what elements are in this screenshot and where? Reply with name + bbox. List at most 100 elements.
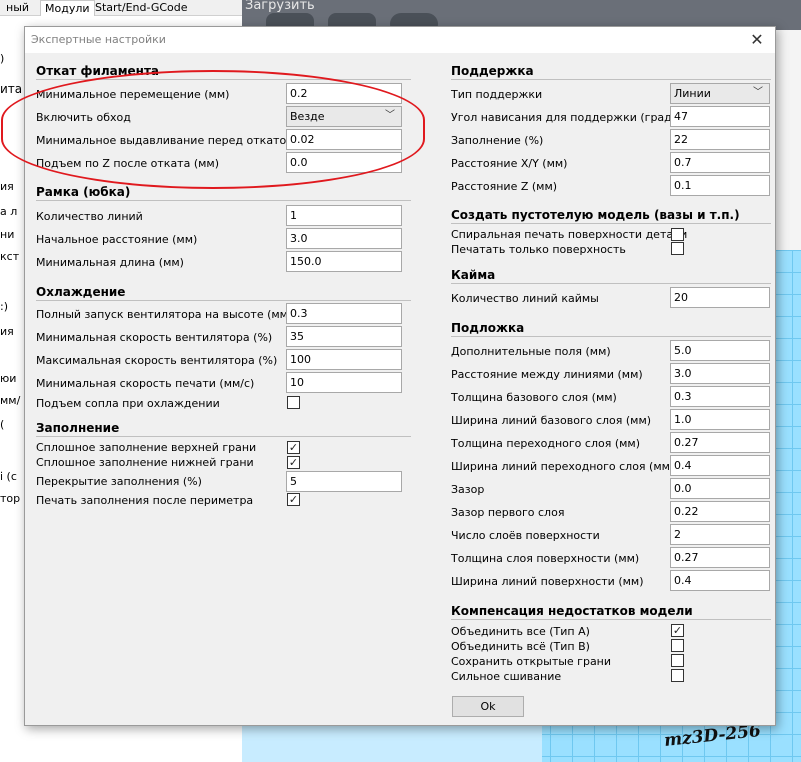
section-divider [36,436,411,437]
section-title-brim: Кайма [451,268,496,282]
section-title-skirt: Рамка (юбка) [36,185,131,199]
support-type-value: Линии [674,87,711,100]
surface-only-checkbox[interactable] [671,242,684,255]
background-tab-bar: ный Модули Start/End-GCode [0,0,242,16]
field-label: Расстояние Z (мм) [451,180,558,193]
section-title-hollow: Создать пустотелую модель (вазы и т.п.) [451,208,740,222]
raft-setting-input[interactable]: 5.0 [670,340,770,361]
section-title-infill: Заполнение [36,421,120,435]
fan-full-height-input[interactable]: 0.3 [286,303,402,324]
combine-a-checkbox[interactable]: ✓ [671,624,684,637]
raft-setting-input[interactable]: 0.4 [670,570,770,591]
checkmark-icon: ✓ [288,456,299,469]
raft-setting-input[interactable]: 0.22 [670,501,770,522]
support-angle-input[interactable]: 47 [670,106,770,127]
load-button[interactable]: Загрузить [245,0,315,13]
field-label: Тип поддержки [451,88,543,101]
chevron-down-icon: ﹀ [753,87,763,98]
field-label: Расстояние между линиями (мм) [451,368,643,381]
field-label: Количество линий [36,210,143,223]
annotation-highlight-ellipse [1,70,425,189]
field-label: Зазор [451,483,485,496]
raft-setting-input[interactable]: 0.4 [670,455,770,476]
background-tab[interactable]: Модули [40,0,95,16]
checkbox-label: Сохранить открытые грани [451,655,612,668]
checkbox-label: Подъем сопла при охлаждении [36,397,220,410]
raft-setting-input[interactable]: 3.0 [670,363,770,384]
raft-setting-input[interactable]: 2 [670,524,770,545]
extensive-stitching-checkbox[interactable] [671,669,684,682]
section-divider [36,200,411,201]
field-label: Дополнительные поля (мм) [451,345,611,358]
raft-setting-input[interactable]: 0.27 [670,547,770,568]
brim-lines-input[interactable]: 20 [670,287,770,308]
dialog-titlebar: Экспертные настройки ✕ [25,27,775,53]
raft-setting-input[interactable]: 0.3 [670,386,770,407]
section-divider [451,223,771,224]
support-type-select[interactable]: Линии ﹀ [670,83,770,104]
field-label: Перекрытие заполнения (%) [36,475,202,488]
spiralize-checkbox[interactable] [671,228,684,241]
field-label: Минимальная скорость печати (мм/с) [36,377,255,390]
checkbox-label: Объединить всё (Тип B) [451,640,590,653]
checkbox-label: Сильное сшивание [451,670,562,683]
infill-after-perimeter-checkbox[interactable]: ✓ [287,493,300,506]
section-title-support: Поддержка [451,64,534,78]
close-icon[interactable]: ✕ [747,30,767,50]
field-label: Заполнение (%) [451,134,544,147]
support-z-distance-input[interactable]: 0.1 [670,175,770,196]
field-label: Максимальная скорость вентилятора (%) [36,354,278,367]
fan-max-speed-input[interactable]: 100 [286,349,402,370]
support-xy-distance-input[interactable]: 0.7 [670,152,770,173]
checkmark-icon: ✓ [288,441,299,454]
field-label: Угол нависания для поддержки (градусы) [451,111,698,124]
checkmark-icon: ✓ [288,493,299,506]
section-divider [36,300,411,301]
field-label: Ширина линий базового слоя (мм) [451,414,652,427]
section-title-raft: Подложка [451,321,525,335]
field-label: Начальное расстояние (мм) [36,233,198,246]
field-label: Толщина слоя поверхности (мм) [451,552,640,565]
field-label: Ширина линий переходного слоя (мм) [451,460,675,473]
checkbox-label: Печатать только поверхность [451,243,626,256]
raft-setting-input[interactable]: 1.0 [670,409,770,430]
field-label: Толщина переходного слоя (мм) [451,437,641,450]
solid-bottom-checkbox[interactable]: ✓ [287,456,300,469]
field-label: Полный запуск вентилятора на высоте (мм) [36,308,293,321]
field-label: Расстояние X/Y (мм) [451,157,568,170]
skirt-distance-input[interactable]: 3.0 [286,228,402,249]
field-label: Зазор первого слоя [451,506,565,519]
cool-head-lift-checkbox[interactable] [287,396,300,409]
checkbox-label: Сплошное заполнение нижней грани [36,456,254,469]
checkbox-label: Объединить все (Тип A) [451,625,590,638]
dialog-title: Экспертные настройки [31,33,166,46]
field-label: Число слоёв поверхности [451,529,600,542]
skirt-lines-input[interactable]: 1 [286,205,402,226]
section-divider [451,619,771,620]
section-divider [451,79,771,80]
skirt-min-length-input[interactable]: 150.0 [286,251,402,272]
checkbox-label: Печать заполнения после периметра [36,494,254,507]
fan-min-speed-input[interactable]: 35 [286,326,402,347]
checkbox-label: Спиральная печать поверхности детали [451,228,688,241]
field-label: Толщина базового слоя (мм) [451,391,617,404]
expert-settings-dialog: Экспертные настройки ✕ Откат филамента М… [1,26,776,726]
section-title-cooling: Охлаждение [36,285,126,299]
field-label: Количество линий каймы [451,292,599,305]
section-title-model-fix: Компенсация недостатков модели [451,604,693,618]
field-label: Минимальная длина (мм) [36,256,184,269]
keep-open-faces-checkbox[interactable] [671,654,684,667]
infill-overlap-input[interactable]: 5 [286,471,402,492]
combine-b-checkbox[interactable] [671,639,684,652]
min-print-speed-input[interactable]: 10 [286,372,402,393]
background-tab[interactable]: Start/End-GCode [91,0,192,16]
background-tab[interactable]: ный [2,0,33,16]
raft-setting-input[interactable]: 0.0 [670,478,770,499]
section-divider [451,283,771,284]
field-label: Минимальная скорость вентилятора (%) [36,331,273,344]
solid-top-checkbox[interactable]: ✓ [287,441,300,454]
section-divider [451,336,771,337]
support-fill-input[interactable]: 22 [670,129,770,150]
ok-button[interactable]: Ok [452,696,524,717]
raft-setting-input[interactable]: 0.27 [670,432,770,453]
